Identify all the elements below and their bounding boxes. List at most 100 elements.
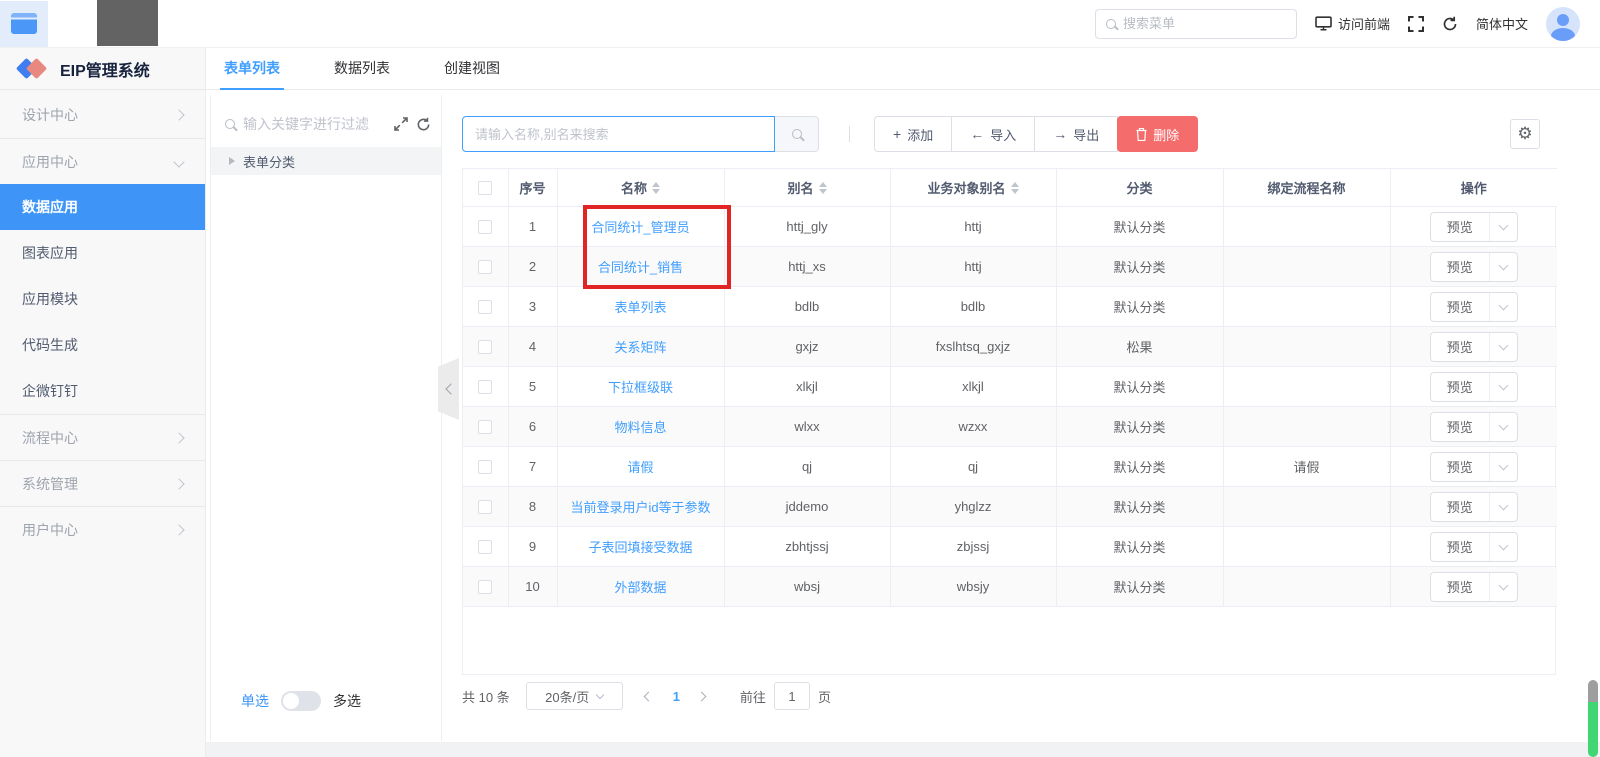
cell-category: 默认分类 bbox=[1056, 447, 1223, 487]
select-mode-row: 单选 多选 bbox=[211, 691, 361, 711]
tree-panel-collapse-handle[interactable] bbox=[438, 358, 459, 420]
add-button[interactable]: + 添加 bbox=[874, 116, 952, 152]
form-name-link[interactable]: 合同统计_销售 bbox=[598, 260, 683, 275]
form-name-link[interactable]: 合同统计_管理员 bbox=[591, 220, 689, 235]
sort-icon[interactable] bbox=[652, 182, 660, 194]
row-checkbox[interactable] bbox=[478, 220, 492, 234]
preview-dropdown-toggle[interactable] bbox=[1489, 492, 1517, 522]
preview-button[interactable]: 预览 bbox=[1431, 337, 1489, 356]
table-search-input[interactable] bbox=[475, 127, 762, 142]
cell-alias: jddemo bbox=[724, 487, 890, 527]
row-checkbox[interactable] bbox=[478, 300, 492, 314]
preview-button[interactable]: 预览 bbox=[1431, 377, 1489, 396]
form-name-link[interactable]: 当前登录用户id等于参数 bbox=[570, 500, 710, 515]
preview-button[interactable]: 预览 bbox=[1431, 217, 1489, 236]
prev-page-button[interactable] bbox=[645, 691, 655, 701]
sidebar-item[interactable]: 用户中心 bbox=[0, 506, 205, 552]
preview-dropdown-toggle[interactable] bbox=[1489, 332, 1517, 362]
goto-page-input[interactable] bbox=[774, 682, 810, 710]
sidebar-item[interactable]: 系统管理 bbox=[0, 460, 205, 506]
preview-dropdown-toggle[interactable] bbox=[1489, 532, 1517, 562]
preview-button[interactable]: 预览 bbox=[1431, 297, 1489, 316]
sidebar-item[interactable]: 数据应用 bbox=[0, 184, 205, 230]
row-checkbox[interactable] bbox=[478, 260, 492, 274]
preview-dropdown-toggle[interactable] bbox=[1489, 372, 1517, 402]
row-checkbox[interactable] bbox=[478, 500, 492, 514]
cell-alias: httj_gly bbox=[724, 207, 890, 247]
refresh-tree-button[interactable] bbox=[416, 117, 431, 132]
sidebar-item[interactable]: 应用中心 bbox=[0, 138, 205, 184]
form-name-link[interactable]: 下拉框级联 bbox=[608, 380, 673, 395]
row-checkbox[interactable] bbox=[478, 420, 492, 434]
cell-name: 请假 bbox=[557, 447, 724, 487]
current-page-button[interactable]: 1 bbox=[669, 689, 684, 704]
preview-dropdown-toggle[interactable] bbox=[1489, 412, 1517, 442]
tab[interactable]: 创建视图 bbox=[440, 58, 504, 89]
sidebar-item[interactable]: 设计中心 bbox=[0, 92, 205, 138]
row-checkbox[interactable] bbox=[478, 460, 492, 474]
tree-node-form-category[interactable]: 表单分类 bbox=[211, 147, 441, 175]
select-mode-toggle[interactable] bbox=[281, 691, 321, 711]
page-size-select[interactable]: 20条/页 bbox=[526, 682, 623, 710]
import-button[interactable]: ← 导入 bbox=[951, 116, 1035, 152]
preview-dropdown-toggle[interactable] bbox=[1489, 212, 1517, 242]
select-all-checkbox[interactable] bbox=[478, 181, 492, 195]
preview-button[interactable]: 预览 bbox=[1431, 417, 1489, 436]
row-checkbox[interactable] bbox=[478, 580, 492, 594]
next-page-button[interactable] bbox=[698, 691, 708, 701]
language-switcher[interactable]: 简体中文 bbox=[1476, 14, 1528, 33]
logo-row: EIP管理系统 bbox=[0, 48, 205, 90]
sidebar-item[interactable]: 流程中心 bbox=[0, 414, 205, 460]
vertical-scrollbar[interactable] bbox=[1588, 680, 1598, 757]
form-name-link[interactable]: 子表回填接受数据 bbox=[588, 540, 692, 555]
preview-dropdown-toggle[interactable] bbox=[1489, 252, 1517, 282]
multi-select-label[interactable]: 多选 bbox=[333, 691, 361, 711]
expand-tree-button[interactable] bbox=[394, 117, 408, 131]
tree-expand-arrow-icon bbox=[229, 157, 235, 165]
preview-dropdown-toggle[interactable] bbox=[1489, 572, 1517, 602]
preview-button[interactable]: 预览 bbox=[1431, 257, 1489, 276]
row-checkbox[interactable] bbox=[478, 380, 492, 394]
preview-button[interactable]: 预览 bbox=[1431, 457, 1489, 476]
sidebar-collapse-button[interactable] bbox=[0, 1, 48, 47]
preview-button[interactable]: 预览 bbox=[1431, 537, 1489, 556]
form-name-link[interactable]: 关系矩阵 bbox=[614, 340, 666, 355]
table-row: 6物料信息wlxxwzxx默认分类预览 bbox=[463, 407, 1557, 447]
row-checkbox[interactable] bbox=[478, 340, 492, 354]
sort-desc-icon bbox=[819, 189, 827, 194]
form-name-link[interactable]: 表单列表 bbox=[614, 300, 666, 315]
gear-icon: ⚙ bbox=[1517, 124, 1532, 144]
preview-button[interactable]: 预览 bbox=[1431, 497, 1489, 516]
tree-filter-input[interactable] bbox=[243, 116, 386, 132]
tab[interactable]: 数据列表 bbox=[330, 58, 394, 89]
sort-icon[interactable] bbox=[1011, 182, 1019, 194]
form-name-link[interactable]: 物料信息 bbox=[614, 420, 666, 435]
cell-name: 关系矩阵 bbox=[557, 327, 724, 367]
preview-button[interactable]: 预览 bbox=[1431, 577, 1489, 596]
cell-category: 默认分类 bbox=[1056, 207, 1223, 247]
topbar: 访问前端 简体中文 bbox=[0, 0, 1600, 48]
column-settings-button[interactable]: ⚙ bbox=[1510, 119, 1540, 149]
export-button[interactable]: → 导出 bbox=[1034, 116, 1118, 152]
form-name-link[interactable]: 请假 bbox=[627, 460, 653, 475]
sidebar-item[interactable]: 图表应用 bbox=[0, 230, 205, 276]
user-avatar[interactable] bbox=[1546, 7, 1580, 41]
tab[interactable]: 表单列表 bbox=[220, 58, 284, 89]
menu-search-input[interactable] bbox=[1123, 16, 1286, 31]
cell-biz-alias: qj bbox=[890, 447, 1056, 487]
form-name-link[interactable]: 外部数据 bbox=[614, 580, 666, 595]
visit-frontend-button[interactable]: 访问前端 bbox=[1315, 14, 1390, 33]
sidebar-item[interactable]: 应用模块 bbox=[0, 276, 205, 322]
preview-dropdown-toggle[interactable] bbox=[1489, 452, 1517, 482]
delete-button[interactable]: 删除 bbox=[1117, 116, 1198, 152]
single-select-label[interactable]: 单选 bbox=[241, 691, 269, 711]
sidebar-item[interactable]: 企微钉钉 bbox=[0, 368, 205, 414]
sort-icon[interactable] bbox=[819, 182, 827, 194]
row-checkbox[interactable] bbox=[478, 540, 492, 554]
refresh-button[interactable] bbox=[1442, 16, 1458, 32]
fullscreen-button[interactable] bbox=[1408, 16, 1424, 32]
sidebar-item[interactable]: 代码生成 bbox=[0, 322, 205, 368]
cell-process bbox=[1223, 527, 1390, 567]
table-search-button[interactable] bbox=[775, 116, 819, 152]
preview-dropdown-toggle[interactable] bbox=[1489, 292, 1517, 322]
